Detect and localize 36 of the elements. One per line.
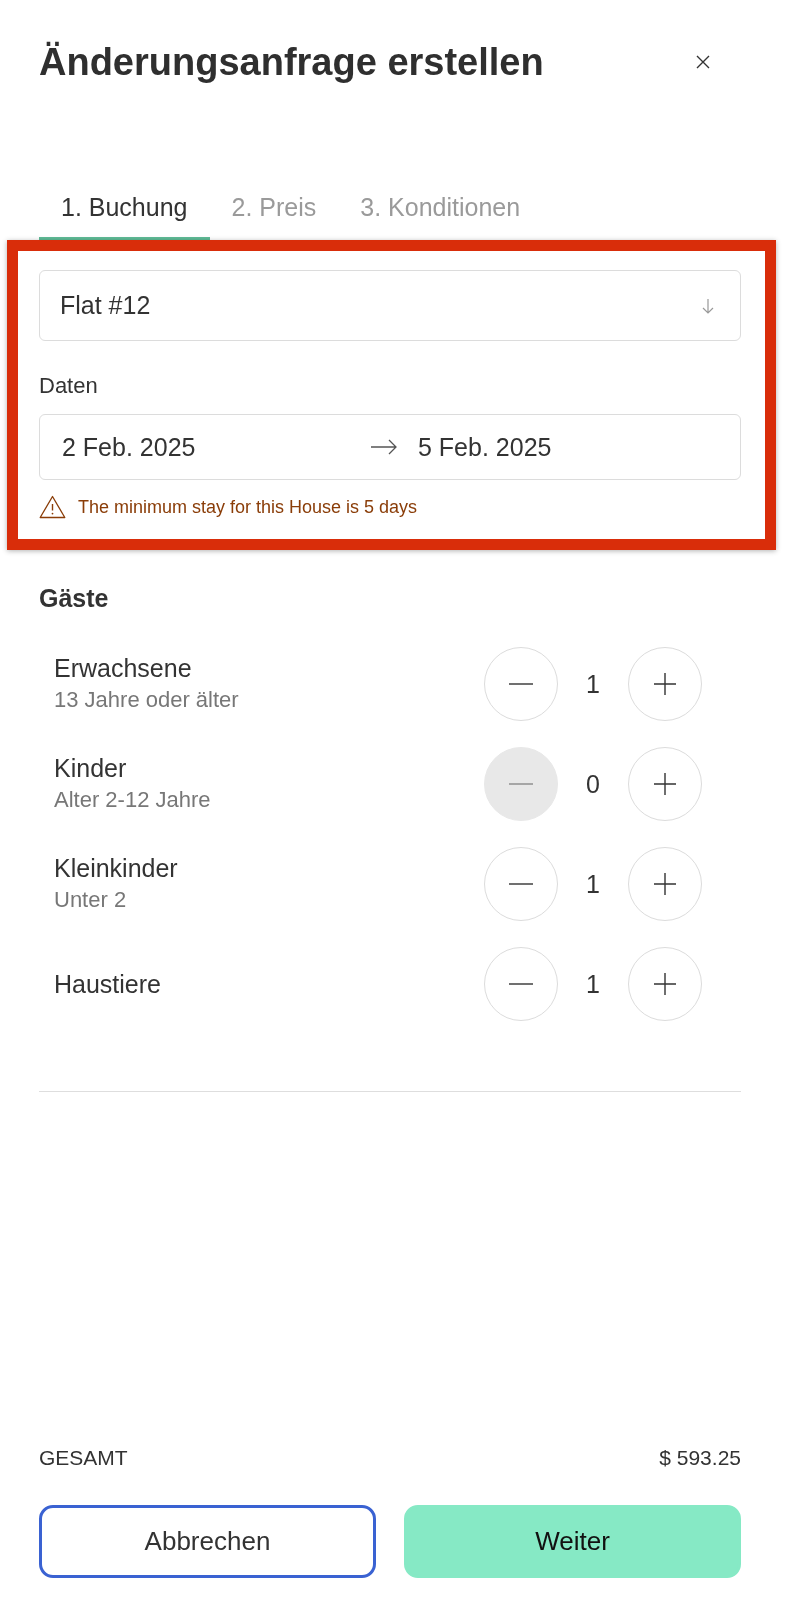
end-date: 5 Feb. 2025 xyxy=(418,432,552,462)
total-label: GESAMT xyxy=(39,1445,128,1471)
plus-icon xyxy=(654,873,676,895)
guest-count: 1 xyxy=(585,869,601,899)
guest-count: 1 xyxy=(585,969,601,999)
plus-icon xyxy=(654,973,676,995)
warning-icon xyxy=(39,495,66,519)
right-arrow-icon xyxy=(371,439,397,455)
dates-label: Daten xyxy=(39,373,99,399)
guest-type-label: Erwachsene xyxy=(54,653,193,684)
minus-icon xyxy=(509,883,533,885)
guest-type-hint: Unter 2 xyxy=(54,886,128,914)
total-amount: $ 593.25 xyxy=(659,1445,741,1471)
minus-icon xyxy=(509,683,533,685)
guest-type-label: Kleinkinder xyxy=(54,853,179,884)
guest-type-hint: Alter 2-12 Jahre xyxy=(54,786,212,814)
cancel-button[interactable]: Abbrechen xyxy=(39,1505,376,1578)
plus-icon xyxy=(654,673,676,695)
start-date: 2 Feb. 2025 xyxy=(62,432,197,462)
continue-button[interactable]: Weiter xyxy=(404,1505,741,1578)
guest-type-label: Haustiere xyxy=(54,969,162,1000)
step-tab[interactable]: 1. Buchung xyxy=(39,178,210,240)
dialog-title: Änderungsanfrage erstellen xyxy=(39,40,544,85)
property-select[interactable]: Flat #12 xyxy=(39,270,741,341)
guest-count: 1 xyxy=(585,669,601,699)
guest-type-label: Kinder xyxy=(54,753,128,784)
plus-icon xyxy=(654,773,676,795)
guests-heading: Gäste xyxy=(39,583,110,613)
minus-icon xyxy=(509,983,533,985)
close-icon xyxy=(696,55,710,69)
guest-type-hint: 13 Jahre oder älter xyxy=(54,686,240,714)
minus-icon xyxy=(509,783,533,785)
down-arrow-icon xyxy=(702,297,714,314)
warning-message: The minimum stay for this House is 5 days xyxy=(78,496,418,519)
guest-count: 0 xyxy=(585,769,601,799)
date-range-field[interactable]: 2 Feb. 2025 5 Feb. 2025 xyxy=(39,414,741,480)
